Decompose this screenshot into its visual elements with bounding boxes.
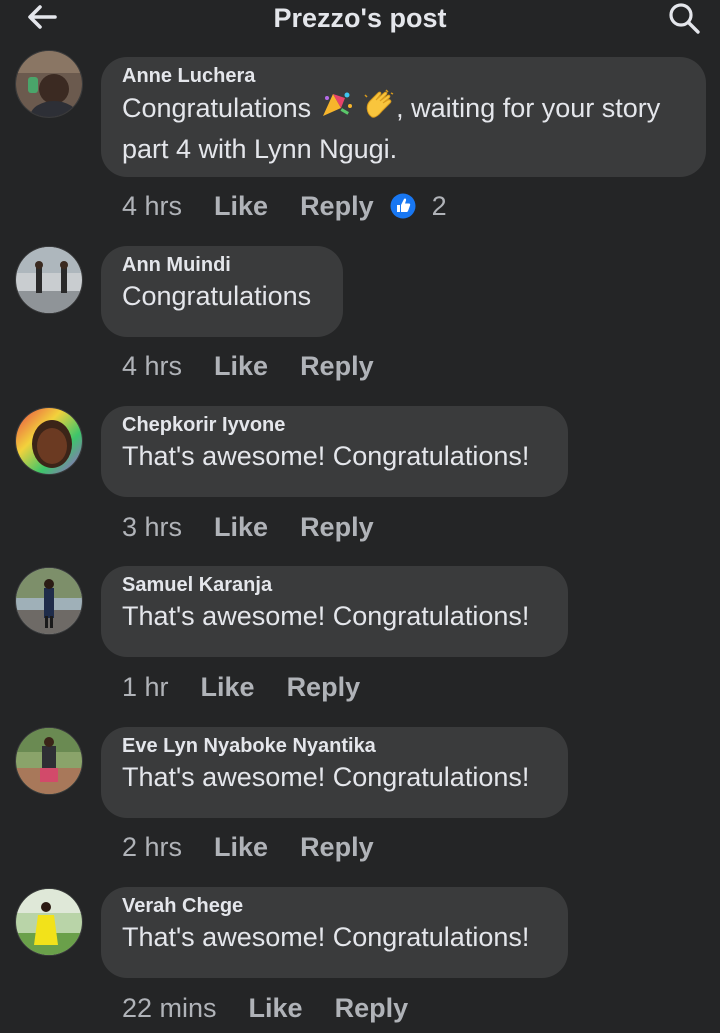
comment-meta: 2 hrs Like Reply xyxy=(122,829,374,865)
comment-meta: 4 hrs Like Reply 2 xyxy=(122,188,447,224)
comment-text: That's awesome! Congratulations! xyxy=(122,601,530,631)
comment-author[interactable]: Chepkorir Iyvone xyxy=(122,412,547,438)
comment-text-part: part 4 with Lynn Ngugi. xyxy=(122,134,398,164)
comment-bubble[interactable]: Samuel Karanja That's awesome! Congratul… xyxy=(101,566,568,657)
comment-text-part: Congratulations xyxy=(122,93,312,124)
comment-time[interactable]: 22 mins xyxy=(122,993,217,1024)
comment-meta: 1 hr Like Reply xyxy=(122,669,360,705)
reply-button[interactable]: Reply xyxy=(300,832,374,863)
confetti-ball-icon xyxy=(319,90,355,130)
reply-button[interactable]: Reply xyxy=(300,512,374,543)
comment-bubble[interactable]: Verah Chege That's awesome! Congratulati… xyxy=(101,887,568,978)
comment-bubble[interactable]: Chepkorir Iyvone That's awesome! Congrat… xyxy=(101,406,568,497)
comment-text: That's awesome! Congratulations! xyxy=(122,762,530,792)
reply-button[interactable]: Reply xyxy=(300,191,374,222)
comment-time[interactable]: 4 hrs xyxy=(122,351,182,382)
comment-author[interactable]: Anne Luchera xyxy=(122,63,685,89)
like-button[interactable]: Like xyxy=(249,993,303,1024)
reaction-summary[interactable]: 2 xyxy=(390,191,447,222)
comment-text: That's awesome! Congratulations! xyxy=(122,922,530,952)
like-button[interactable]: Like xyxy=(214,512,268,543)
clapping-hands-icon xyxy=(362,89,396,131)
comment-text: That's awesome! Congratulations! xyxy=(122,441,530,471)
comment-meta: 3 hrs Like Reply xyxy=(122,509,374,545)
comment-text: Congratulations xyxy=(122,281,312,311)
comment-text: Congratulations , waiting for your story… xyxy=(122,89,685,168)
reply-button[interactable]: Reply xyxy=(287,672,361,703)
avatar[interactable] xyxy=(15,50,83,118)
like-button[interactable]: Like xyxy=(201,672,255,703)
like-button[interactable]: Like xyxy=(214,351,268,382)
avatar[interactable] xyxy=(15,567,83,635)
comment-text-part: , waiting for your story xyxy=(396,93,661,124)
comments-screen: Prezzo's post Anne Luchera Congratulatio… xyxy=(0,0,720,1033)
comment-time[interactable]: 1 hr xyxy=(122,672,169,703)
like-button[interactable]: Like xyxy=(214,191,268,222)
avatar[interactable] xyxy=(15,888,83,956)
comment-bubble[interactable]: Eve Lyn Nyaboke Nyantika That's awesome!… xyxy=(101,727,568,818)
comment-time[interactable]: 4 hrs xyxy=(122,191,182,222)
avatar[interactable] xyxy=(15,246,83,314)
like-button[interactable]: Like xyxy=(214,832,268,863)
reaction-count: 2 xyxy=(431,190,447,221)
comment-time[interactable]: 2 hrs xyxy=(122,832,182,863)
comment-bubble[interactable]: Anne Luchera Congratulations , waiting f… xyxy=(101,57,706,177)
comment-author[interactable]: Samuel Karanja xyxy=(122,572,547,598)
comment-meta: 22 mins Like Reply xyxy=(122,990,408,1026)
avatar[interactable] xyxy=(15,407,83,475)
avatar[interactable] xyxy=(15,727,83,795)
comment-bubble[interactable]: Ann Muindi Congratulations xyxy=(101,246,343,337)
thumbs-up-icon xyxy=(390,193,416,219)
comment-author[interactable]: Eve Lyn Nyaboke Nyantika xyxy=(122,733,547,759)
comment-meta: 4 hrs Like Reply xyxy=(122,348,374,384)
comment-author[interactable]: Ann Muindi xyxy=(122,252,322,278)
search-icon xyxy=(669,3,700,34)
reply-button[interactable]: Reply xyxy=(335,993,409,1024)
page-title: Prezzo's post xyxy=(273,3,447,33)
reply-button[interactable]: Reply xyxy=(300,351,374,382)
search-button[interactable] xyxy=(664,0,704,36)
comment-time[interactable]: 3 hrs xyxy=(122,512,182,543)
comment-author[interactable]: Verah Chege xyxy=(122,893,547,919)
top-bar: Prezzo's post xyxy=(0,0,720,40)
